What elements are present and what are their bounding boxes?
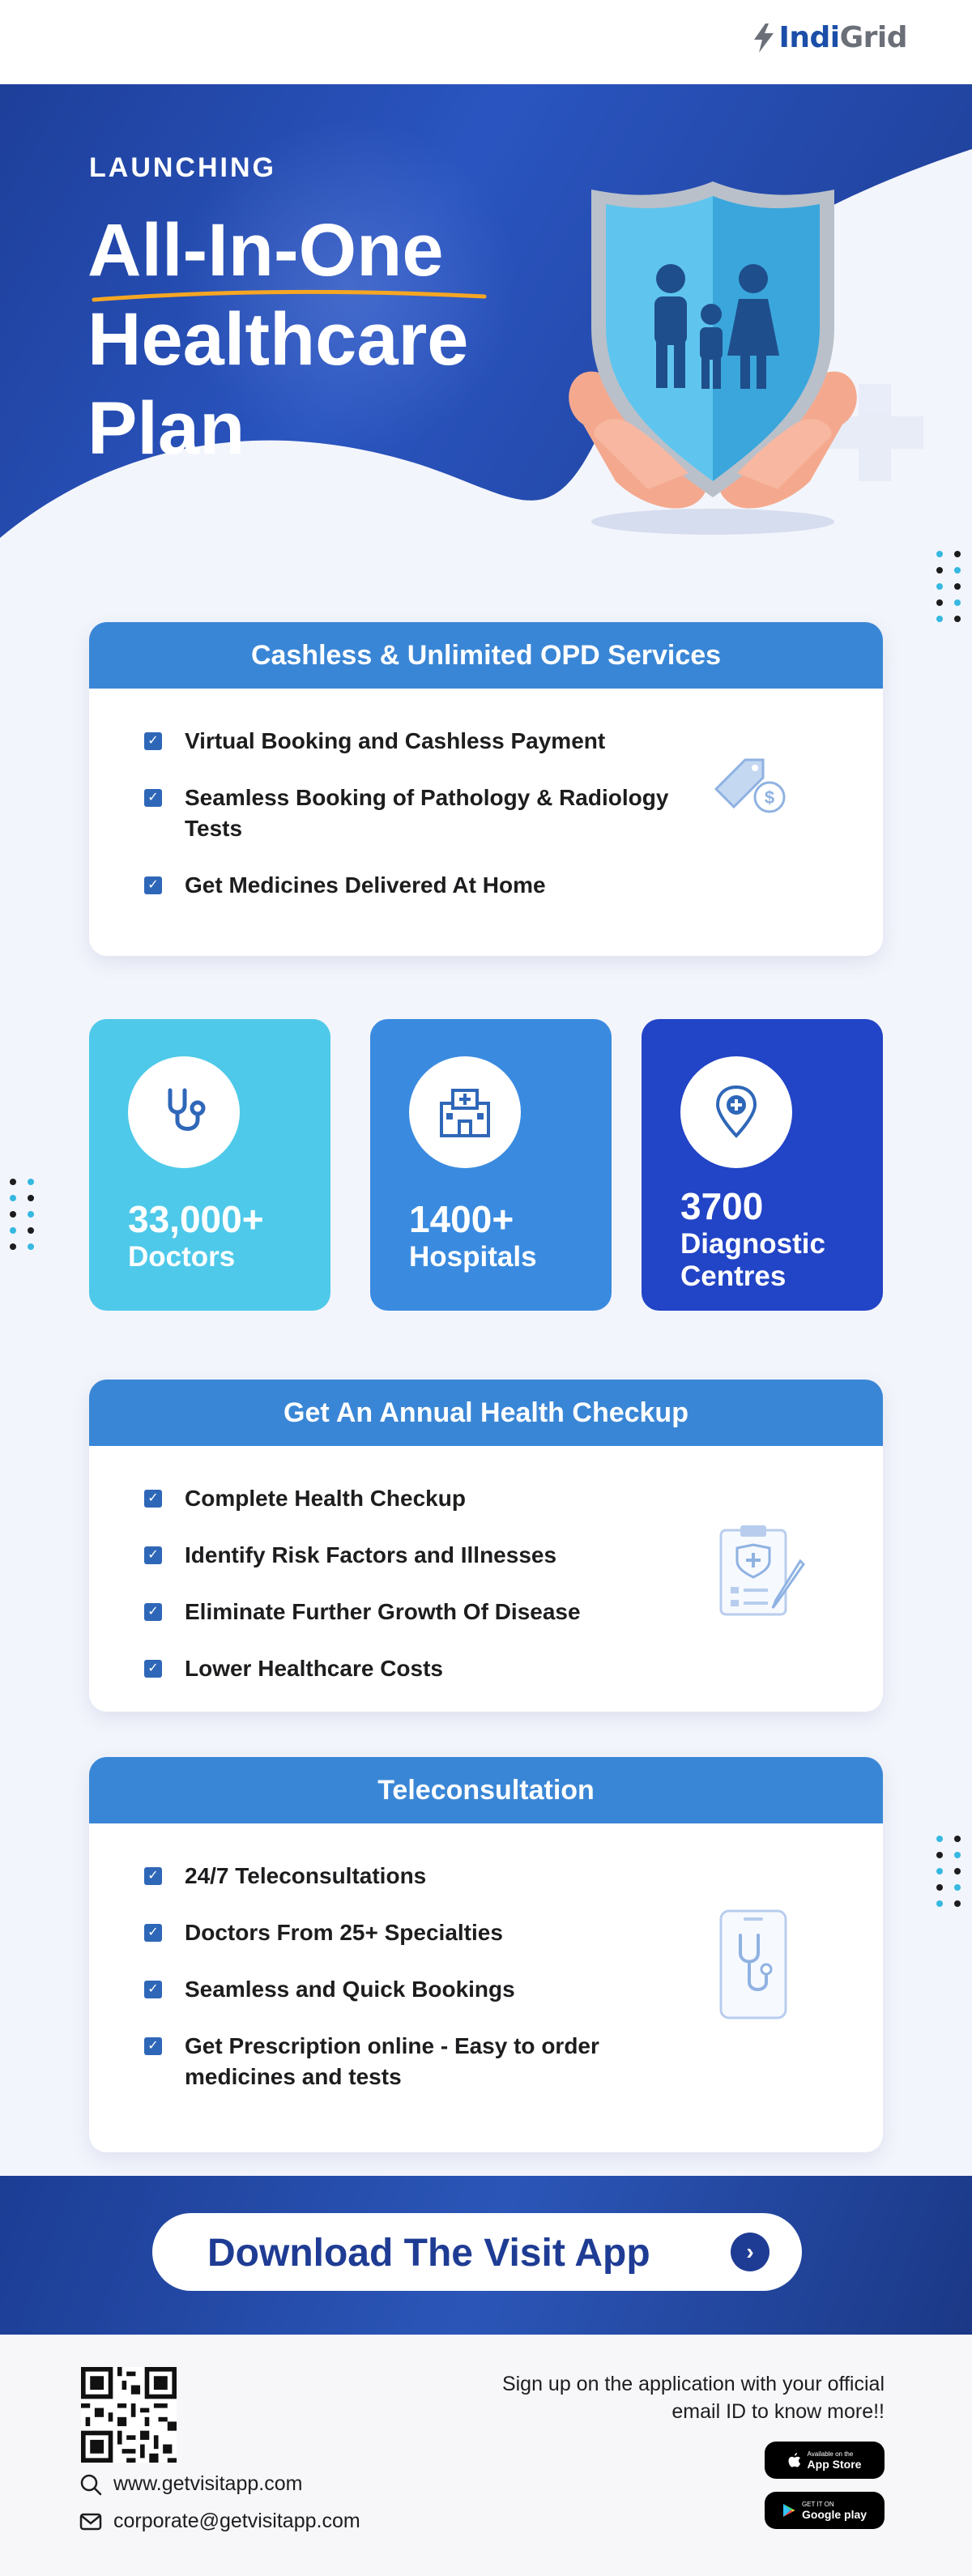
chevron-right-icon: › [731,2233,770,2271]
checkbox-icon: ✓ [144,1981,162,1998]
location-pin-icon [715,1085,757,1138]
list-item: ✓ Identify Risk Factors and Illnesses [144,1540,672,1571]
stat-number: 33,000+ [128,1198,264,1240]
checkbox-icon: ✓ [144,732,162,750]
list-item: ✓ Virtual Booking and Cashless Payment [144,726,672,757]
list-item: ✓ Doctors From 25+ Specialties [144,1917,672,1948]
checkbox-icon: ✓ [144,1924,162,1942]
hero-eyebrow: LAUNCHING [89,152,276,183]
list-item: ✓ Eliminate Further Growth Of Disease [144,1597,672,1627]
stat-card-hospitals: 1400+ Hospitals [370,1019,612,1311]
indigrid-logo[interactable]: IndiGrid [752,21,908,54]
list-item: ✓ 24/7 Teleconsultations [144,1861,672,1891]
checkbox-icon: ✓ [144,789,162,807]
list-item: ✓ Get Medicines Delivered At Home [144,870,672,901]
hero-title-line-1: All-In-One [87,209,444,292]
svg-text:$: $ [765,787,774,808]
hero-banner: LAUNCHING All-In-One Healthcare Plan [0,84,972,611]
phone-stethoscope-icon [719,1909,787,2019]
apple-icon [788,2453,800,2467]
list-item: ✓ Complete Health Checkup [144,1483,672,1514]
list-item: ✓ Get Prescription online - Easy to order… [144,2031,672,2092]
website-link[interactable]: www.getvisitapp.com [79,2472,302,2496]
stat-card-doctors: 33,000+ Doctors [89,1019,330,1311]
qr-code[interactable] [81,2367,177,2463]
logo-text: IndiGrid [778,21,907,54]
download-banner: Download The Visit App › [0,2176,972,2335]
email-link[interactable]: corporate@getvisitapp.com [79,2510,360,2533]
checkbox-icon: ✓ [144,1603,162,1621]
checkbox-icon: ✓ [144,2037,162,2055]
stat-number: 1400+ [409,1198,514,1240]
stat-number: 3700 [680,1185,764,1227]
download-button-label: Download The Visit App [207,2232,650,2275]
teleconsultation-card: Teleconsultation ✓ 24/7 Teleconsultations… [89,1757,883,2152]
search-icon [80,2474,102,2495]
stat-label: Hospitals [409,1241,537,1273]
tele-card-title: Teleconsultation [89,1757,883,1823]
app-store-badge[interactable]: Available on the App Store [765,2442,885,2479]
medical-clipboard-icon [719,1525,805,1616]
decorative-dots [936,551,961,622]
list-item: ✓ Lower Healthcare Costs [144,1653,672,1684]
download-app-button[interactable]: Download The Visit App › [152,2213,802,2291]
mail-icon [79,2513,102,2530]
google-play-icon [782,2504,795,2517]
stethoscope-icon [168,1088,206,1131]
top-bar: IndiGrid [0,0,972,84]
website-text: www.getvisitapp.com [113,2472,303,2495]
price-tag-icon: $ [714,758,786,813]
list-item: ✓ Seamless Booking of Pathology & Radiolo… [144,783,672,844]
google-play-badge[interactable]: GET IT ON Google play [765,2492,885,2529]
title-underline [92,289,487,302]
opd-services-card: Cashless & Unlimited OPD Services ✓ Virtu… [89,622,883,956]
list-item: ✓ Seamless and Quick Bookings [144,1974,672,2005]
decorative-dots [10,1179,34,1250]
checkbox-icon: ✓ [144,876,162,894]
hospital-icon [440,1089,490,1137]
hero-title: All-In-One Healthcare Plan [87,206,468,473]
checkbox-icon: ✓ [144,1546,162,1564]
family-shield-illustration [569,181,857,535]
signup-text: Sign up on the application with your off… [501,2373,885,2423]
stat-card-diagnostic-centres: 3700 Diagnostic Centres [642,1019,883,1311]
checkbox-icon: ✓ [144,1490,162,1508]
hero-title-line-3: Plan [87,387,245,470]
checkbox-icon: ✓ [144,1660,162,1678]
checkbox-icon: ✓ [144,1867,162,1885]
stat-label: Doctors [128,1241,236,1273]
bolt-icon [754,23,774,53]
decorative-dots [936,1836,961,1907]
email-text: corporate@getvisitapp.com [113,2510,360,2532]
health-checkup-card: Get An Annual Health Checkup ✓ Complete H… [89,1380,883,1712]
opd-card-title: Cashless & Unlimited OPD Services [89,622,883,689]
checkup-card-title: Get An Annual Health Checkup [89,1380,883,1446]
hero-title-line-2: Healthcare [87,298,469,381]
stat-label: Diagnostic Centres [680,1228,825,1292]
footer: www.getvisitapp.com corporate@getvisitap… [0,2335,972,2576]
